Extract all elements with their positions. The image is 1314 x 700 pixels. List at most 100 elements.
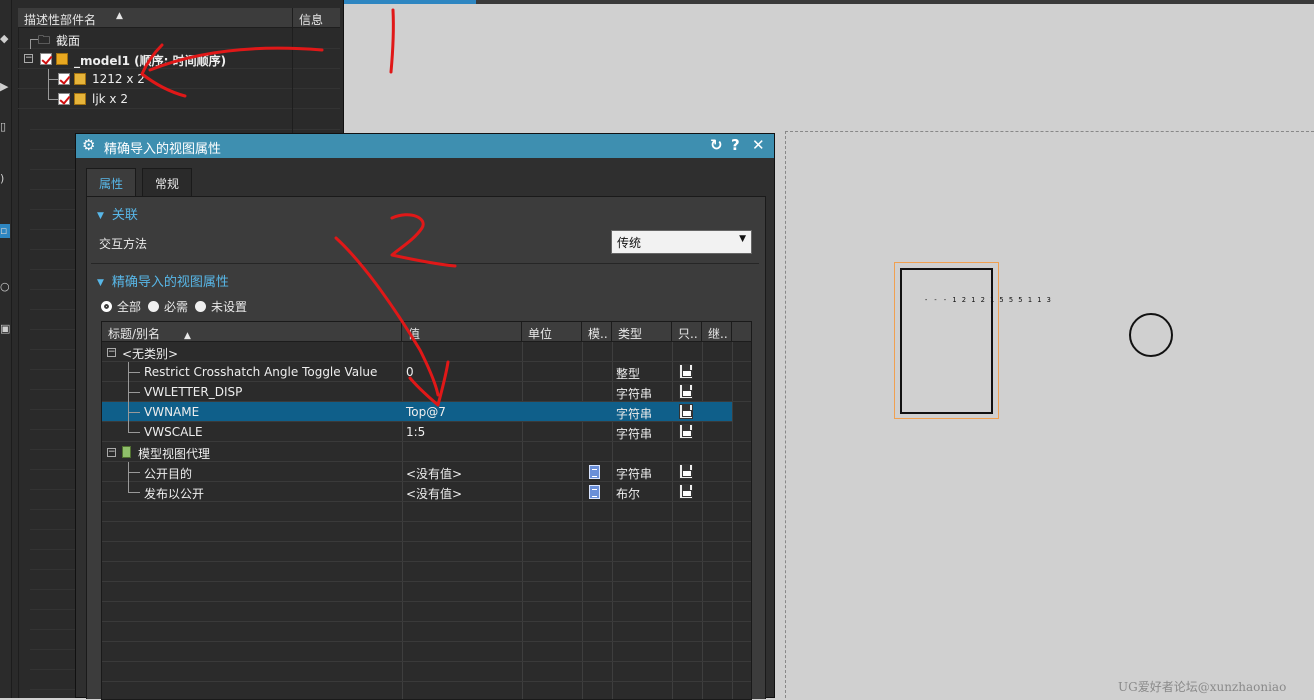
attribute-value[interactable]: <没有值> xyxy=(402,482,462,502)
row-divider xyxy=(292,29,293,49)
row-divider xyxy=(292,89,293,109)
column-header-title[interactable]: 标题/别名 ▲ xyxy=(102,322,402,342)
save-icon[interactable] xyxy=(679,404,693,419)
navigator-item-section[interactable]: 🗀 截面 xyxy=(18,29,340,49)
tree-connector xyxy=(128,392,140,393)
table-row-selected[interactable]: VWNAME Top@7 字符串 xyxy=(102,402,732,422)
section-divider xyxy=(91,263,759,264)
dialog-body: ▼ 关联 交互方法 传统 ▼ ▼ 精确导入的视图属性 全部 必需 未设置 标题/别名… xyxy=(86,196,766,700)
navigator-header-name[interactable]: 描述性部件名 xyxy=(24,11,96,28)
column-header-type[interactable]: 类型 xyxy=(612,322,672,342)
attribute-type: 字符串 xyxy=(616,407,653,421)
column-header-value[interactable]: 值 xyxy=(402,322,522,342)
navigator-item-label: ljk x 2 xyxy=(92,92,128,106)
reset-icon[interactable]: ↻ xyxy=(710,136,723,154)
tab-general[interactable]: 常规 xyxy=(142,168,193,196)
sort-ascending-icon: ▲ xyxy=(184,331,191,341)
attribute-type: 整型 xyxy=(616,367,641,381)
toolbar-icon-2[interactable]: ▶ xyxy=(0,80,10,94)
drawing-circle[interactable] xyxy=(1129,313,1173,357)
column-header-inherit[interactable]: 继.. xyxy=(702,322,732,342)
attribute-value[interactable] xyxy=(402,382,406,402)
table-row-empty xyxy=(102,522,751,542)
table-group-row[interactable]: − 模型视图代理 xyxy=(102,442,751,462)
filter-all-radio[interactable] xyxy=(101,301,112,312)
filter-required-radio[interactable] xyxy=(148,301,159,312)
row-divider xyxy=(292,69,293,89)
toolbar-icon-4[interactable]: ) xyxy=(0,172,10,186)
attribute-title: 发布以公开 xyxy=(144,487,205,501)
active-tab-indicator xyxy=(344,0,476,4)
tree-connector xyxy=(128,432,140,433)
table-row[interactable]: VWSCALE 1:5 字符串 xyxy=(102,422,751,442)
watermark: UG爱好者论坛@xunzhaoniao xyxy=(1118,680,1287,694)
collapse-icon[interactable]: − xyxy=(107,348,116,357)
navigator-item-component-1212[interactable]: 1212 x 2 xyxy=(18,69,340,89)
sort-ascending-icon[interactable]: ▲ xyxy=(116,11,123,21)
drawing-view-geometry[interactable] xyxy=(900,268,993,414)
template-document-icon[interactable] xyxy=(589,465,600,479)
filter-all-label: 全部 xyxy=(117,300,142,314)
section-association[interactable]: ▼ 关联 xyxy=(97,204,138,223)
visibility-checkbox[interactable] xyxy=(58,93,70,105)
navigator-item-component-ljk[interactable]: ljk x 2 xyxy=(18,89,340,109)
dialog-title: 精确导入的视图属性 xyxy=(104,142,222,157)
attribute-value[interactable]: 1:5 xyxy=(402,422,425,442)
navigator-header-info[interactable]: 信息 xyxy=(292,8,340,28)
attribute-value[interactable]: 0 xyxy=(402,362,414,382)
table-row[interactable]: Restrict Crosshatch Angle Toggle Value 0… xyxy=(102,362,751,382)
column-header-unit[interactable]: 单位 xyxy=(522,322,582,342)
toolbar-icon-6[interactable]: ○ xyxy=(0,280,10,294)
attribute-title: 公开目的 xyxy=(144,467,193,481)
group-label: 模型视图代理 xyxy=(138,447,211,461)
table-row[interactable]: VWLETTER_DISP 字符串 xyxy=(102,382,751,402)
column-header-template[interactable]: 模.. xyxy=(582,322,612,342)
view-properties-dialog: ⚙ 精确导入的视图属性 ↻ ? ✕ 属性 常规 ▼ 关联 交互方法 传统 ▼ ▼ 精… xyxy=(75,133,775,700)
tree-connector xyxy=(128,412,140,413)
table-row[interactable]: 发布以公开 <没有值> 布尔 xyxy=(102,482,751,502)
filter-unset-radio[interactable] xyxy=(195,301,206,312)
table-row-empty xyxy=(102,582,751,602)
section-view-properties[interactable]: ▼ 精确导入的视图属性 xyxy=(97,271,229,290)
table-group-row[interactable]: − <无类别> xyxy=(102,342,751,362)
group-label: <无类别> xyxy=(122,347,179,361)
toolbar-icon-7[interactable]: ▣ xyxy=(0,322,10,336)
save-icon[interactable] xyxy=(679,424,693,439)
table-header: 标题/别名 ▲ 值 单位 模.. 类型 只.. 继.. xyxy=(102,322,751,342)
table-row-empty xyxy=(102,642,751,662)
column-header-readonly[interactable]: 只.. xyxy=(672,322,702,342)
navigator-item-model[interactable]: − _model1 (顺序: 时间顺序) xyxy=(18,49,340,69)
help-icon[interactable]: ? xyxy=(731,136,740,154)
toolbar-icon-1[interactable]: ◆ xyxy=(0,32,10,46)
collapse-icon[interactable]: − xyxy=(107,448,116,457)
column-header-title-label: 标题/别名 xyxy=(108,327,161,341)
navigator-item-label: _model1 (顺序: 时间顺序) xyxy=(74,54,227,68)
table-row-empty xyxy=(102,562,751,582)
save-icon[interactable] xyxy=(679,484,693,499)
expand-triangle-icon: ▼ xyxy=(97,211,104,221)
table-row[interactable]: 公开目的 <没有值> 字符串 xyxy=(102,462,751,482)
toolbar-icon-5[interactable]: ▫ xyxy=(0,224,10,238)
save-icon[interactable] xyxy=(679,364,693,379)
collapse-icon[interactable]: − xyxy=(24,54,33,63)
visibility-checkbox[interactable] xyxy=(40,53,52,65)
tree-connector xyxy=(48,79,58,80)
part-icon xyxy=(74,73,86,85)
interaction-method-select[interactable]: 传统 ▼ xyxy=(611,230,752,254)
attribute-title: VWNAME xyxy=(144,405,200,419)
tree-connector xyxy=(128,492,140,493)
expand-triangle-icon: ▼ xyxy=(97,278,104,288)
visibility-checkbox[interactable] xyxy=(58,73,70,85)
attribute-type: 布尔 xyxy=(616,487,641,501)
attribute-value[interactable]: <没有值> xyxy=(402,462,462,482)
save-icon[interactable] xyxy=(679,384,693,399)
tab-attributes[interactable]: 属性 xyxy=(86,168,137,196)
tree-connector xyxy=(128,472,140,473)
table-row-empty xyxy=(102,662,751,682)
template-document-icon[interactable] xyxy=(589,485,600,499)
toolbar-icon-3[interactable]: ▯ xyxy=(0,120,10,134)
dialog-title-bar[interactable]: ⚙ 精确导入的视图属性 ↻ ? ✕ xyxy=(76,134,774,158)
close-icon[interactable]: ✕ xyxy=(752,136,765,154)
attribute-value[interactable]: Top@7 xyxy=(402,402,446,422)
save-icon[interactable] xyxy=(679,464,693,479)
